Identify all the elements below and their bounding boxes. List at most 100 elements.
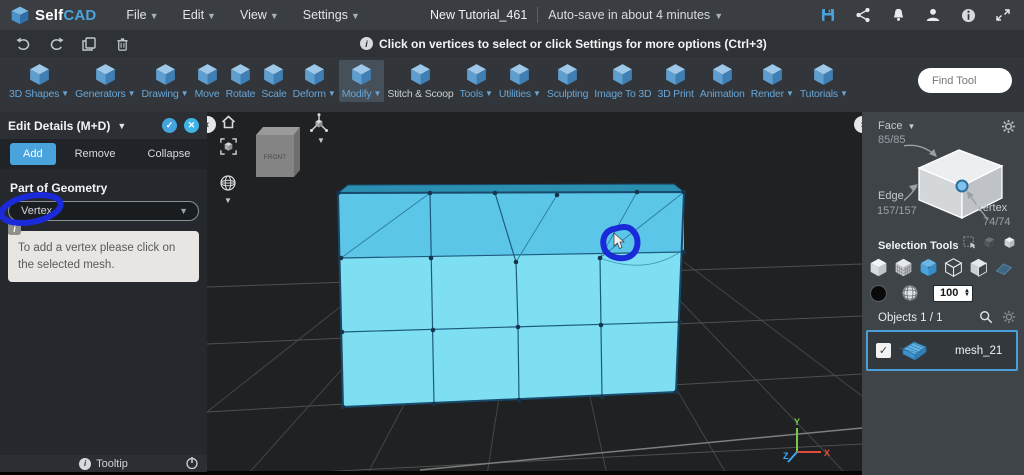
paint-options-row: ▲▼ (870, 284, 973, 302)
info-icon: i (8, 222, 21, 235)
share-icon (856, 7, 870, 23)
find-tool-input[interactable] (918, 68, 1012, 93)
panel-settings-button[interactable] (1001, 119, 1016, 139)
account-button[interactable] (924, 6, 942, 24)
tool-label: Deform (292, 88, 326, 100)
chevron-down-icon: ▼ (373, 89, 382, 98)
close-button[interactable]: ✕ (184, 118, 199, 133)
share-button[interactable] (854, 6, 872, 24)
search-icon[interactable] (979, 310, 993, 324)
tool-image-to-3d[interactable]: Image To 3D (591, 60, 654, 102)
marquee-select-icon[interactable] (963, 236, 976, 249)
tab-collapse[interactable]: Collapse (135, 143, 204, 165)
face-mode-label[interactable]: Face ▼ (878, 120, 915, 132)
tool-3d-shapes[interactable]: 3D Shapes ▼ (6, 60, 72, 102)
select-solid-cube-button[interactable] (867, 256, 889, 278)
tool-drawing[interactable]: Drawing ▼ (139, 60, 192, 102)
tool-cube-icon (197, 64, 217, 85)
tool-generators[interactable]: Generators ▼ (72, 60, 138, 102)
svg-text:FRONT: FRONT (264, 154, 286, 161)
tool-deform[interactable]: Deform ▼ (290, 60, 339, 102)
chevron-down-icon: ▼ (117, 120, 127, 131)
menu-view[interactable]: View ▼ (228, 8, 291, 22)
select-outline-cube-button[interactable] (942, 256, 964, 278)
main-toolbar: 3D Shapes ▼ Generators ▼ Drawing ▼ Move … (0, 57, 1024, 112)
fit-to-view-button[interactable] (219, 137, 238, 161)
tool-scale[interactable]: Scale (258, 60, 289, 102)
tool-animation[interactable]: Animation (697, 60, 748, 102)
tool-stitch-scoop[interactable]: Stitch & Scoop (384, 60, 456, 102)
tool-cube-icon (814, 64, 834, 85)
scene-canvas[interactable]: FRONT Y X Z (207, 112, 862, 475)
tooltip-footer[interactable]: i Tooltip (0, 455, 207, 472)
tool-tools[interactable]: Tools ▼ (456, 60, 495, 102)
selection-tools-label: Selection Tools (878, 240, 959, 252)
select-vertex-cube-button-active[interactable] (917, 256, 939, 278)
chevron-down-icon: ▼ (179, 206, 188, 216)
tool-cube-icon (466, 64, 486, 85)
tool-sculpting[interactable]: Sculpting (544, 60, 591, 102)
geometry-mode-tabs: Add Remove Collapse (0, 139, 207, 169)
chevron-down-icon: ▼ (149, 11, 159, 21)
autosave-status[interactable]: Auto-save in about 4 minutes ▼ (548, 8, 723, 22)
tool-cube-icon (95, 64, 115, 85)
tool-utilities[interactable]: Utilities ▼ (496, 60, 544, 102)
wireframe-sphere-icon[interactable] (901, 284, 919, 302)
select-half-cube-button[interactable] (967, 256, 989, 278)
fullscreen-button[interactable] (994, 6, 1012, 24)
home-view-button[interactable] (220, 114, 237, 135)
select-grid-cube-button[interactable] (892, 256, 914, 278)
confirm-button[interactable]: ✓ (162, 118, 177, 133)
viewport-3d[interactable]: ‹ (207, 112, 862, 475)
tool-move[interactable]: Move (192, 60, 223, 102)
grid-settings-button[interactable] (219, 174, 237, 197)
menu-settings[interactable]: Settings ▼ (291, 8, 372, 22)
tool-3d-print[interactable]: 3D Print (654, 60, 696, 102)
object-name: mesh_21 (955, 344, 1003, 357)
help-button[interactable] (959, 6, 977, 24)
tool-modify[interactable]: Modify ▼ (338, 60, 385, 102)
dark-cube-icon[interactable] (983, 236, 996, 249)
selfcad-logo[interactable]: SelfCAD (10, 5, 96, 25)
edit-details-header[interactable]: Edit Details (M+D) ▼ ✓ ✕ (0, 112, 207, 139)
chevron-down-icon: ▼ (532, 89, 541, 98)
nav-cube[interactable]: FRONT (256, 127, 300, 177)
mesh-object[interactable] (335, 183, 687, 410)
tool-label: Modify (341, 88, 372, 100)
chevron-down-icon: ▼ (714, 11, 724, 21)
tool-rotate[interactable]: Rotate (223, 60, 259, 102)
notifications-button[interactable] (889, 6, 907, 24)
toolbar-items: 3D Shapes ▼ Generators ▼ Drawing ▼ Move … (6, 60, 851, 102)
save-button[interactable] (819, 6, 837, 24)
light-cube-icon[interactable] (1003, 236, 1016, 249)
edge-mode-label[interactable]: Edge (878, 190, 904, 202)
tool-cube-icon (613, 64, 633, 85)
tab-remove[interactable]: Remove (62, 143, 129, 165)
globe-icon (220, 175, 236, 191)
gear-icon[interactable] (1002, 310, 1016, 324)
power-toggle-icon[interactable] (185, 456, 199, 470)
chevron-down-icon: ▼ (269, 11, 279, 21)
object-list-item-mesh21[interactable]: ✓ mesh_21 (866, 330, 1018, 371)
tool-render[interactable]: Render ▼ (748, 60, 797, 102)
object-visibility-checkbox[interactable]: ✓ (876, 343, 891, 358)
menu-edit[interactable]: Edit ▼ (171, 8, 228, 22)
brush-size-stepper[interactable]: ▲▼ (933, 284, 973, 302)
copy-icon (82, 36, 96, 51)
select-lasso-plane-button[interactable] (992, 256, 1014, 278)
tab-add[interactable]: Add (10, 143, 56, 165)
tool-label: Generators (75, 88, 126, 100)
color-swatch-black[interactable] (870, 284, 887, 302)
geometry-type-dropdown[interactable]: Vertex ▼ (8, 201, 199, 221)
delete-button[interactable] (113, 35, 131, 53)
chevron-down-icon[interactable]: ▼ (317, 136, 325, 145)
brush-size-input[interactable] (940, 287, 964, 299)
menu-file[interactable]: File ▼ (114, 8, 170, 22)
vertex-mode-label[interactable]: Vertex (976, 202, 1007, 214)
chevron-down-icon[interactable]: ▼ (224, 196, 232, 205)
copy-button[interactable] (80, 35, 98, 53)
undo-button[interactable] (14, 35, 32, 53)
tool-tutorials[interactable]: Tutorials ▼ (797, 60, 851, 102)
stepper-down-icon[interactable]: ▼ (964, 292, 970, 298)
redo-button[interactable] (47, 35, 65, 53)
